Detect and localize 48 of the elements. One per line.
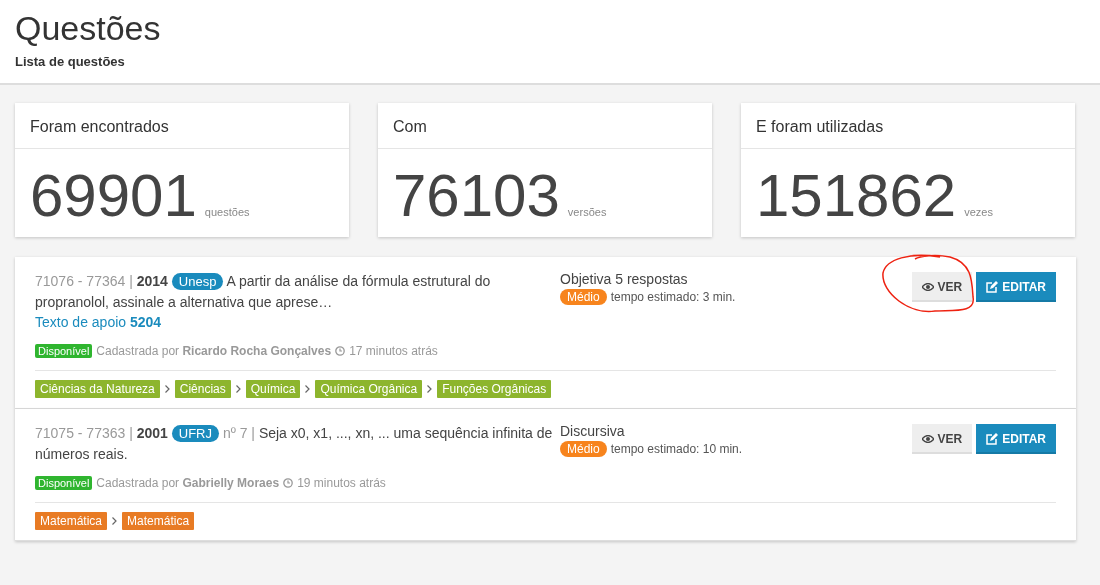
page-subtitle: Lista de questões: [15, 54, 126, 69]
question-type: Objetiva 5 respostas: [560, 271, 689, 287]
stat-unit: questões: [204, 206, 250, 218]
subject-tag[interactable]: Química Orgânica: [315, 380, 423, 398]
edit-button[interactable]: EDITAR: [976, 272, 1056, 302]
eye-icon: [921, 435, 934, 443]
chevron-icon: [235, 385, 241, 393]
estimated-time: tempo estimado: 10 min.: [610, 442, 743, 456]
subject-tag[interactable]: Química: [245, 380, 301, 398]
registered-by: Cadastrada por Gabrielly Moraes: [96, 476, 280, 490]
chevron-icon: [112, 517, 118, 525]
edit-icon: [986, 281, 999, 293]
estimated-time: tempo estimado: 3 min.: [610, 290, 736, 304]
time-ago: 17 minutos atrás: [349, 344, 438, 358]
view-button[interactable]: VER: [911, 272, 973, 302]
stat-unit: vezes: [964, 206, 993, 218]
stat-label: Foram encontrados: [30, 118, 169, 136]
edit-button[interactable]: EDITAR: [976, 424, 1056, 454]
subject-tag[interactable]: Funções Orgânicas: [437, 380, 552, 398]
question-text: 71075 - 77363 | 2001 UFRJ nº 7 | Seja x0, x1, ..., xn, ... uma sequência infinita de números reais.: [35, 424, 554, 464]
stat-value: 76103: [393, 161, 560, 231]
stat-unit: versões: [567, 206, 607, 218]
question-type: Discursiva: [560, 423, 626, 439]
edit-icon: [986, 433, 999, 445]
view-button[interactable]: VER: [911, 424, 973, 454]
difficulty-badge: Médio: [560, 441, 607, 457]
subject-tag[interactable]: Matemática: [122, 512, 195, 530]
stat-label: E foram utilizadas: [756, 118, 884, 136]
time-ago: 19 minutos atrás: [297, 476, 386, 490]
chevron-icon: [305, 385, 311, 393]
eye-icon: [921, 283, 934, 291]
chevron-icon: [427, 385, 433, 393]
chevron-icon: [164, 385, 170, 393]
stat-value: 69901: [30, 161, 197, 231]
question-text: 71076 - 77364 | 2014 Unesp A partir da análise da fórmula estrutural do propranolol, assinale a alternativa que aprese…: [35, 272, 492, 312]
subject-tag[interactable]: Ciências da Natureza: [35, 380, 160, 398]
status-badge: Disponível: [35, 344, 93, 358]
clock-icon: [283, 478, 294, 488]
subject-tag[interactable]: Matemática: [35, 512, 108, 530]
subject-tag[interactable]: Ciências: [174, 380, 231, 398]
page-title: Questões: [15, 8, 162, 48]
clock-icon: [335, 346, 346, 356]
stat-label: Com: [393, 118, 427, 136]
stat-value: 151862: [756, 161, 957, 231]
support-text-link[interactable]: Texto de apoio 5204: [35, 312, 162, 332]
registered-by: Cadastrada por Ricardo Rocha Gonçalves: [96, 344, 332, 358]
difficulty-badge: Médio: [560, 289, 607, 305]
status-badge: Disponível: [35, 476, 93, 490]
